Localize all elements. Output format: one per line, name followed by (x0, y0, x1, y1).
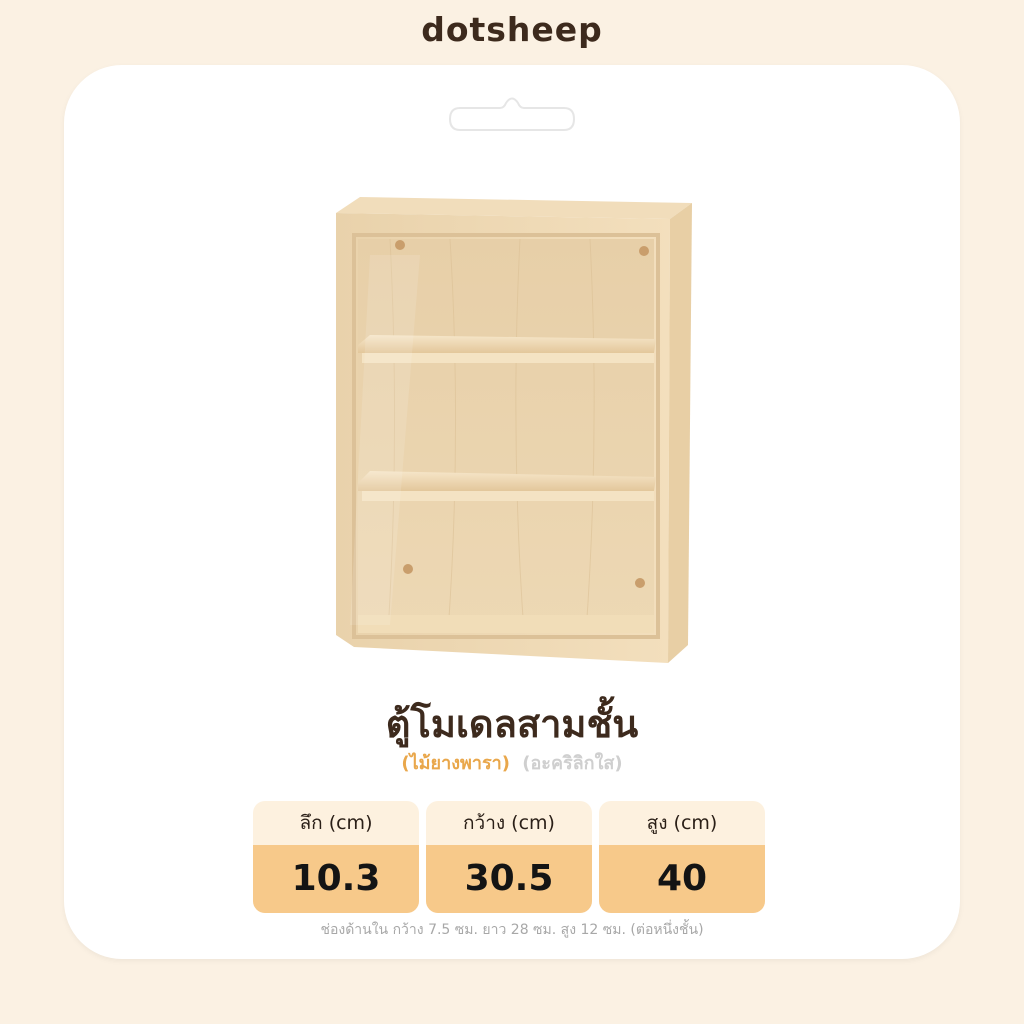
hanger-icon (448, 97, 576, 131)
depth-card: ลึก (cm) 10.3 (253, 801, 419, 913)
cabinet-image (336, 197, 692, 663)
brand-logo: dotsheep (421, 10, 603, 49)
material-label: (ไม้ยางพารา) (401, 753, 510, 774)
height-value: 40 (599, 845, 765, 913)
inner-size-note: ช่องด้านใน กว้าง 7.5 ซม. ยาว 28 ซม. สูง … (320, 922, 704, 938)
product-title: ตู้โมเดลสามชั้น (385, 702, 639, 746)
width-label: กว้าง (cm) (463, 812, 555, 834)
width-value: 30.5 (426, 845, 592, 913)
height-card: สูง (cm) 40 (599, 801, 765, 913)
depth-label: ลึก (cm) (299, 812, 373, 834)
panel-label: (อะคริลิกใส) (522, 753, 623, 774)
product-page: dotsheep ตู้โมเดลสามชั้น (ไม้ยางพารา) (อ… (0, 0, 1024, 1024)
height-label: สูง (cm) (646, 812, 718, 834)
product-subtitle: (ไม้ยางพารา) (อะคริลิกใส) (0, 748, 1024, 777)
depth-value: 10.3 (253, 845, 419, 913)
width-card: กว้าง (cm) 30.5 (426, 801, 592, 913)
dimension-cards: ลึก (cm) 10.3 กว้าง (cm) 30.5 สูง (cm) 4… (253, 801, 765, 913)
